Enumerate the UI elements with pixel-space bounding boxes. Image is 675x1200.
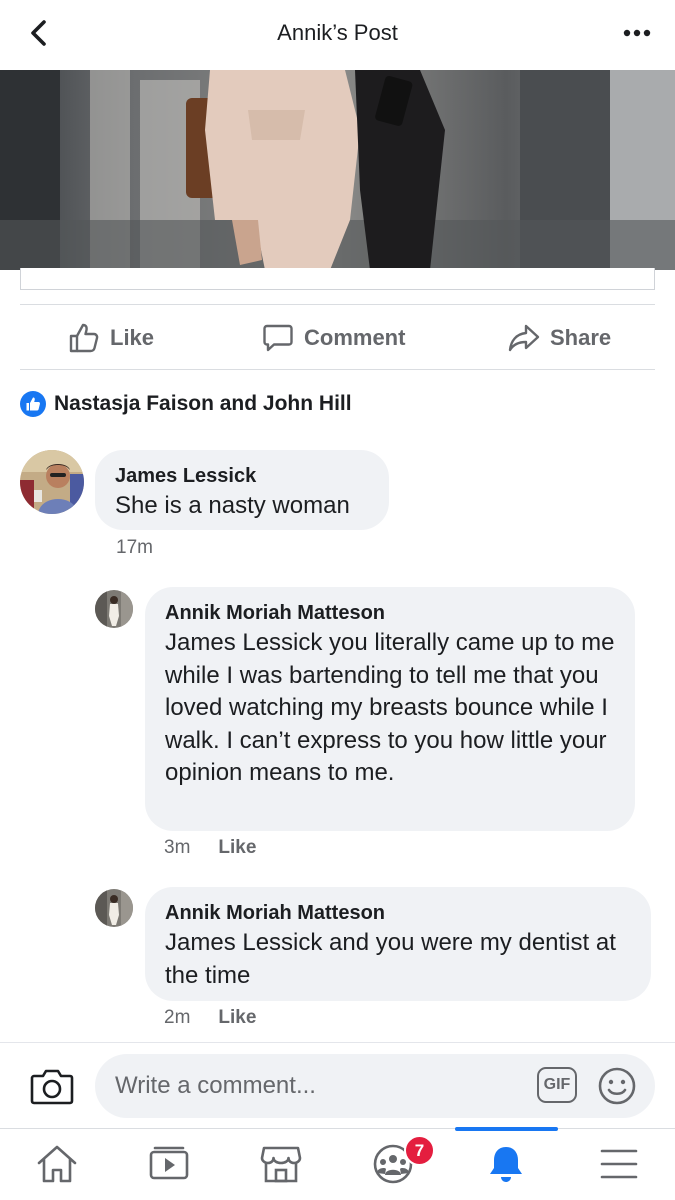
reply-text: James Lessick you literally came up to m…: [165, 629, 615, 786]
nav-watch[interactable]: [145, 1141, 193, 1187]
comment-text: She is a nasty woman: [115, 492, 350, 519]
marketplace-icon: [260, 1146, 302, 1183]
reply-meta: 3m Like: [164, 837, 256, 859]
emoji-button[interactable]: [597, 1066, 637, 1106]
hamburger-menu-icon: [600, 1149, 638, 1179]
post-action-bar: Like Comment Share: [20, 304, 655, 370]
reply-author[interactable]: Annik Moriah Matteson: [165, 601, 615, 625]
camera-button[interactable]: [30, 1066, 74, 1106]
share-button[interactable]: Share: [508, 323, 611, 353]
more-options-button[interactable]: [619, 18, 655, 48]
reply-bubble[interactable]: Annik Moriah Matteson James Lessick and …: [145, 887, 651, 1001]
reaction-names: Nastasja Faison and John Hill: [54, 392, 352, 415]
comment-time: 17m: [116, 537, 153, 558]
share-label: Share: [550, 325, 612, 350]
like-button[interactable]: Like: [68, 323, 154, 353]
nav-menu[interactable]: [595, 1141, 643, 1187]
groups-notification-badge: 7: [404, 1135, 435, 1166]
active-tab-indicator: [455, 1127, 558, 1131]
home-icon: [37, 1145, 77, 1183]
reply-time: 3m: [164, 837, 191, 858]
share-icon: [508, 324, 540, 352]
video-play-icon: [149, 1146, 189, 1180]
divider: [0, 1042, 675, 1043]
reply-like-link[interactable]: Like: [218, 1007, 256, 1029]
reply-meta: 2m Like: [164, 1007, 256, 1029]
thumbs-up-icon: [69, 323, 99, 353]
top-bar: Annik’s Post: [0, 0, 675, 70]
bell-icon: [490, 1147, 522, 1182]
comment-button[interactable]: Comment: [262, 323, 405, 353]
avatar-annik-matteson[interactable]: [95, 889, 133, 927]
comment-bubble[interactable]: James Lessick She is a nasty woman: [95, 450, 389, 530]
comment-label: Comment: [304, 325, 406, 350]
comment-icon: [263, 324, 293, 352]
page-title: Annik’s Post: [277, 20, 398, 45]
camera-icon: [30, 1069, 74, 1105]
like-label: Like: [110, 325, 155, 350]
comment-author[interactable]: James Lessick: [115, 464, 369, 488]
nav-marketplace[interactable]: [257, 1141, 305, 1187]
post-photo[interactable]: [0, 70, 675, 270]
reply-author[interactable]: Annik Moriah Matteson: [165, 901, 631, 925]
nav-notifications[interactable]: [482, 1141, 530, 1187]
reactions-summary[interactable]: Nastasja Faison and John Hill: [20, 390, 352, 418]
avatar-james-lessick[interactable]: [20, 450, 84, 514]
link-preview-card[interactable]: [20, 268, 655, 290]
nav-home[interactable]: [33, 1141, 81, 1187]
smiley-icon: [598, 1067, 636, 1105]
gif-button[interactable]: GIF: [537, 1067, 577, 1103]
avatar-annik-matteson[interactable]: [95, 590, 133, 628]
reply-text: James Lessick and you were my dentist at…: [165, 929, 616, 989]
reply-like-link[interactable]: Like: [218, 837, 256, 859]
reply-bubble[interactable]: Annik Moriah Matteson James Lessick you …: [145, 587, 635, 831]
bottom-nav: [0, 1127, 675, 1200]
more-icon: [623, 29, 651, 37]
comment-meta: 17m: [116, 537, 153, 559]
like-reaction-icon: [20, 391, 46, 417]
reply-time: 2m: [164, 1007, 191, 1028]
